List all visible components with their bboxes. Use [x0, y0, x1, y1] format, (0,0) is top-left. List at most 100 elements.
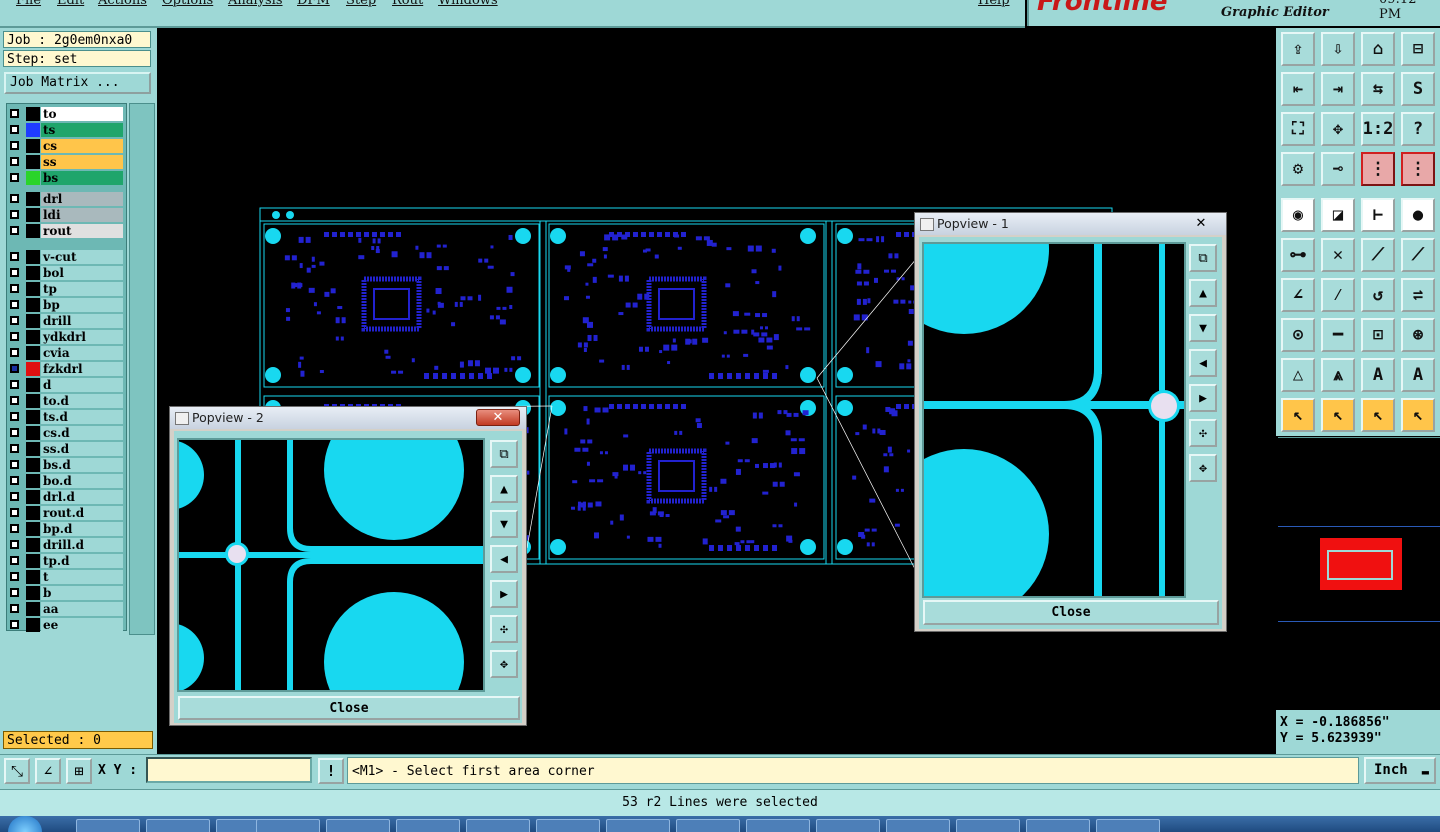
- taskbar-button[interactable]: [1096, 819, 1160, 832]
- layer-name[interactable]: drl: [41, 192, 123, 206]
- swap-icon[interactable]: ⇆: [1361, 72, 1395, 106]
- menu-options[interactable]: Options: [162, 0, 213, 8]
- layer-color-swatch[interactable]: [26, 224, 40, 238]
- layer-row[interactable]: fzkdrl: [7, 361, 126, 377]
- layer-checkbox[interactable]: [10, 157, 19, 166]
- flip-icon[interactable]: ⇌: [1401, 278, 1435, 312]
- layer-checkbox[interactable]: [10, 572, 19, 581]
- start-button[interactable]: [8, 816, 42, 832]
- layer-name[interactable]: fzkdrl: [41, 362, 123, 376]
- layer-color-swatch[interactable]: [26, 458, 40, 472]
- connect-icon[interactable]: ⊶: [1281, 238, 1315, 272]
- menu-actions[interactable]: Actions: [98, 0, 147, 8]
- layer-name[interactable]: drill.d: [41, 538, 123, 552]
- pan-down-icon[interactable]: ▼: [490, 510, 518, 538]
- layer-row[interactable]: bs.d: [7, 457, 126, 473]
- layer-row[interactable]: cs.d: [7, 425, 126, 441]
- layer-color-swatch[interactable]: [26, 442, 40, 456]
- layer-color-swatch[interactable]: [26, 506, 40, 520]
- import-icon[interactable]: ⇤: [1281, 72, 1315, 106]
- menu-dfm[interactable]: DFM: [297, 0, 330, 8]
- layer-color-swatch[interactable]: [26, 123, 40, 137]
- angle-icon[interactable]: ∠: [1281, 278, 1315, 312]
- close-icon[interactable]: ✕: [1179, 215, 1223, 232]
- layer-color-swatch[interactable]: [26, 426, 40, 440]
- split-icon[interactable]: ⊡: [1361, 318, 1395, 352]
- measure-icon[interactable]: ⊸: [1321, 152, 1355, 186]
- taskbar-button[interactable]: [326, 819, 390, 832]
- save-step-icon[interactable]: ⇩: [1321, 32, 1355, 66]
- layer-name[interactable]: bs: [41, 171, 123, 185]
- layer-name[interactable]: bo.d: [41, 474, 123, 488]
- layer-checkbox[interactable]: [10, 412, 19, 421]
- popview-2-view[interactable]: [177, 438, 485, 692]
- wire-icon[interactable]: ⟋: [1401, 238, 1435, 272]
- layer-row[interactable]: drill.d: [7, 537, 126, 553]
- layer-checkbox[interactable]: [10, 226, 19, 235]
- job-matrix-button[interactable]: Job Matrix ...: [4, 72, 151, 94]
- layer-checkbox[interactable]: [10, 332, 19, 341]
- layer-name[interactable]: t: [41, 570, 123, 584]
- layer-name[interactable]: ldi: [41, 208, 123, 222]
- pan-left-icon[interactable]: ◀: [490, 545, 518, 573]
- layer-color-swatch[interactable]: [26, 208, 40, 222]
- cross-icon[interactable]: ✕: [1321, 238, 1355, 272]
- layer-checkbox[interactable]: [10, 620, 19, 629]
- layer-color-swatch[interactable]: [26, 314, 40, 328]
- arc-icon[interactable]: A: [1401, 358, 1435, 392]
- layer-row[interactable]: ts.d: [7, 409, 126, 425]
- menu-help[interactable]: Help: [978, 0, 1010, 8]
- layer-row[interactable]: ts: [7, 122, 126, 138]
- layer-checkbox[interactable]: [10, 588, 19, 597]
- layer-name[interactable]: tp.d: [41, 554, 123, 568]
- layer-row[interactable]: cs: [7, 138, 126, 154]
- wire-icon[interactable]: ⟋: [1361, 238, 1395, 272]
- window-icon[interactable]: ⊟: [1401, 32, 1435, 66]
- layer-name[interactable]: v-cut: [41, 250, 123, 264]
- layer-name[interactable]: ee: [41, 618, 123, 632]
- pan-up-icon[interactable]: ▲: [1189, 279, 1217, 307]
- layer-row[interactable]: ldi: [7, 207, 126, 223]
- zoom-out-icon[interactable]: ✥: [490, 650, 518, 678]
- layer-name[interactable]: drl.d: [41, 490, 123, 504]
- taskbar-button[interactable]: [606, 819, 670, 832]
- layer-name[interactable]: drill: [41, 314, 123, 328]
- menu-windows[interactable]: Windows: [438, 0, 498, 8]
- unit-selector[interactable]: Inch ▬: [1364, 757, 1436, 784]
- layer-color-swatch[interactable]: [26, 570, 40, 584]
- popview-2-titlebar[interactable]: Popview - 2 ✕: [170, 407, 526, 429]
- layer-name[interactable]: ts.d: [41, 410, 123, 424]
- layer-name[interactable]: aa: [41, 602, 123, 616]
- layer-checkbox[interactable]: [10, 428, 19, 437]
- layer-name[interactable]: cs: [41, 139, 123, 153]
- layer-row[interactable]: drl.d: [7, 489, 126, 505]
- layer-row[interactable]: to.d: [7, 393, 126, 409]
- layer-checkbox[interactable]: [10, 476, 19, 485]
- layer-checkbox[interactable]: [10, 364, 19, 373]
- layer-row[interactable]: bs: [7, 170, 126, 186]
- layer-checkbox[interactable]: [10, 524, 19, 533]
- layer-checkbox[interactable]: [10, 316, 19, 325]
- taskbar-button[interactable]: [396, 819, 460, 832]
- layer-name[interactable]: ss: [41, 155, 123, 169]
- layer-checkbox[interactable]: [10, 210, 19, 219]
- line-icon[interactable]: ◪: [1321, 198, 1355, 232]
- zoom-in-icon[interactable]: ✣: [490, 615, 518, 643]
- zoom-icon[interactable]: ✥: [1321, 112, 1355, 146]
- layer-color-swatch[interactable]: [26, 155, 40, 169]
- snap-icon[interactable]: ⤡: [4, 758, 30, 784]
- popview-1-view[interactable]: [922, 242, 1186, 598]
- layer-checkbox[interactable]: [10, 268, 19, 277]
- pointer-icon[interactable]: ↖: [1321, 398, 1355, 432]
- layer-checkbox[interactable]: [10, 348, 19, 357]
- layer-row[interactable]: d: [7, 377, 126, 393]
- pan-up-icon[interactable]: ▲: [490, 475, 518, 503]
- layer-row[interactable]: rout: [7, 223, 126, 239]
- layer-color-swatch[interactable]: [26, 298, 40, 312]
- layer-row[interactable]: v-cut: [7, 249, 126, 265]
- net-icon[interactable]: ⋮: [1401, 152, 1435, 186]
- layer-name[interactable]: tp: [41, 282, 123, 296]
- menu-rout[interactable]: Rout: [392, 0, 423, 8]
- layer-name[interactable]: cvia: [41, 346, 123, 360]
- taskbar-button[interactable]: [886, 819, 950, 832]
